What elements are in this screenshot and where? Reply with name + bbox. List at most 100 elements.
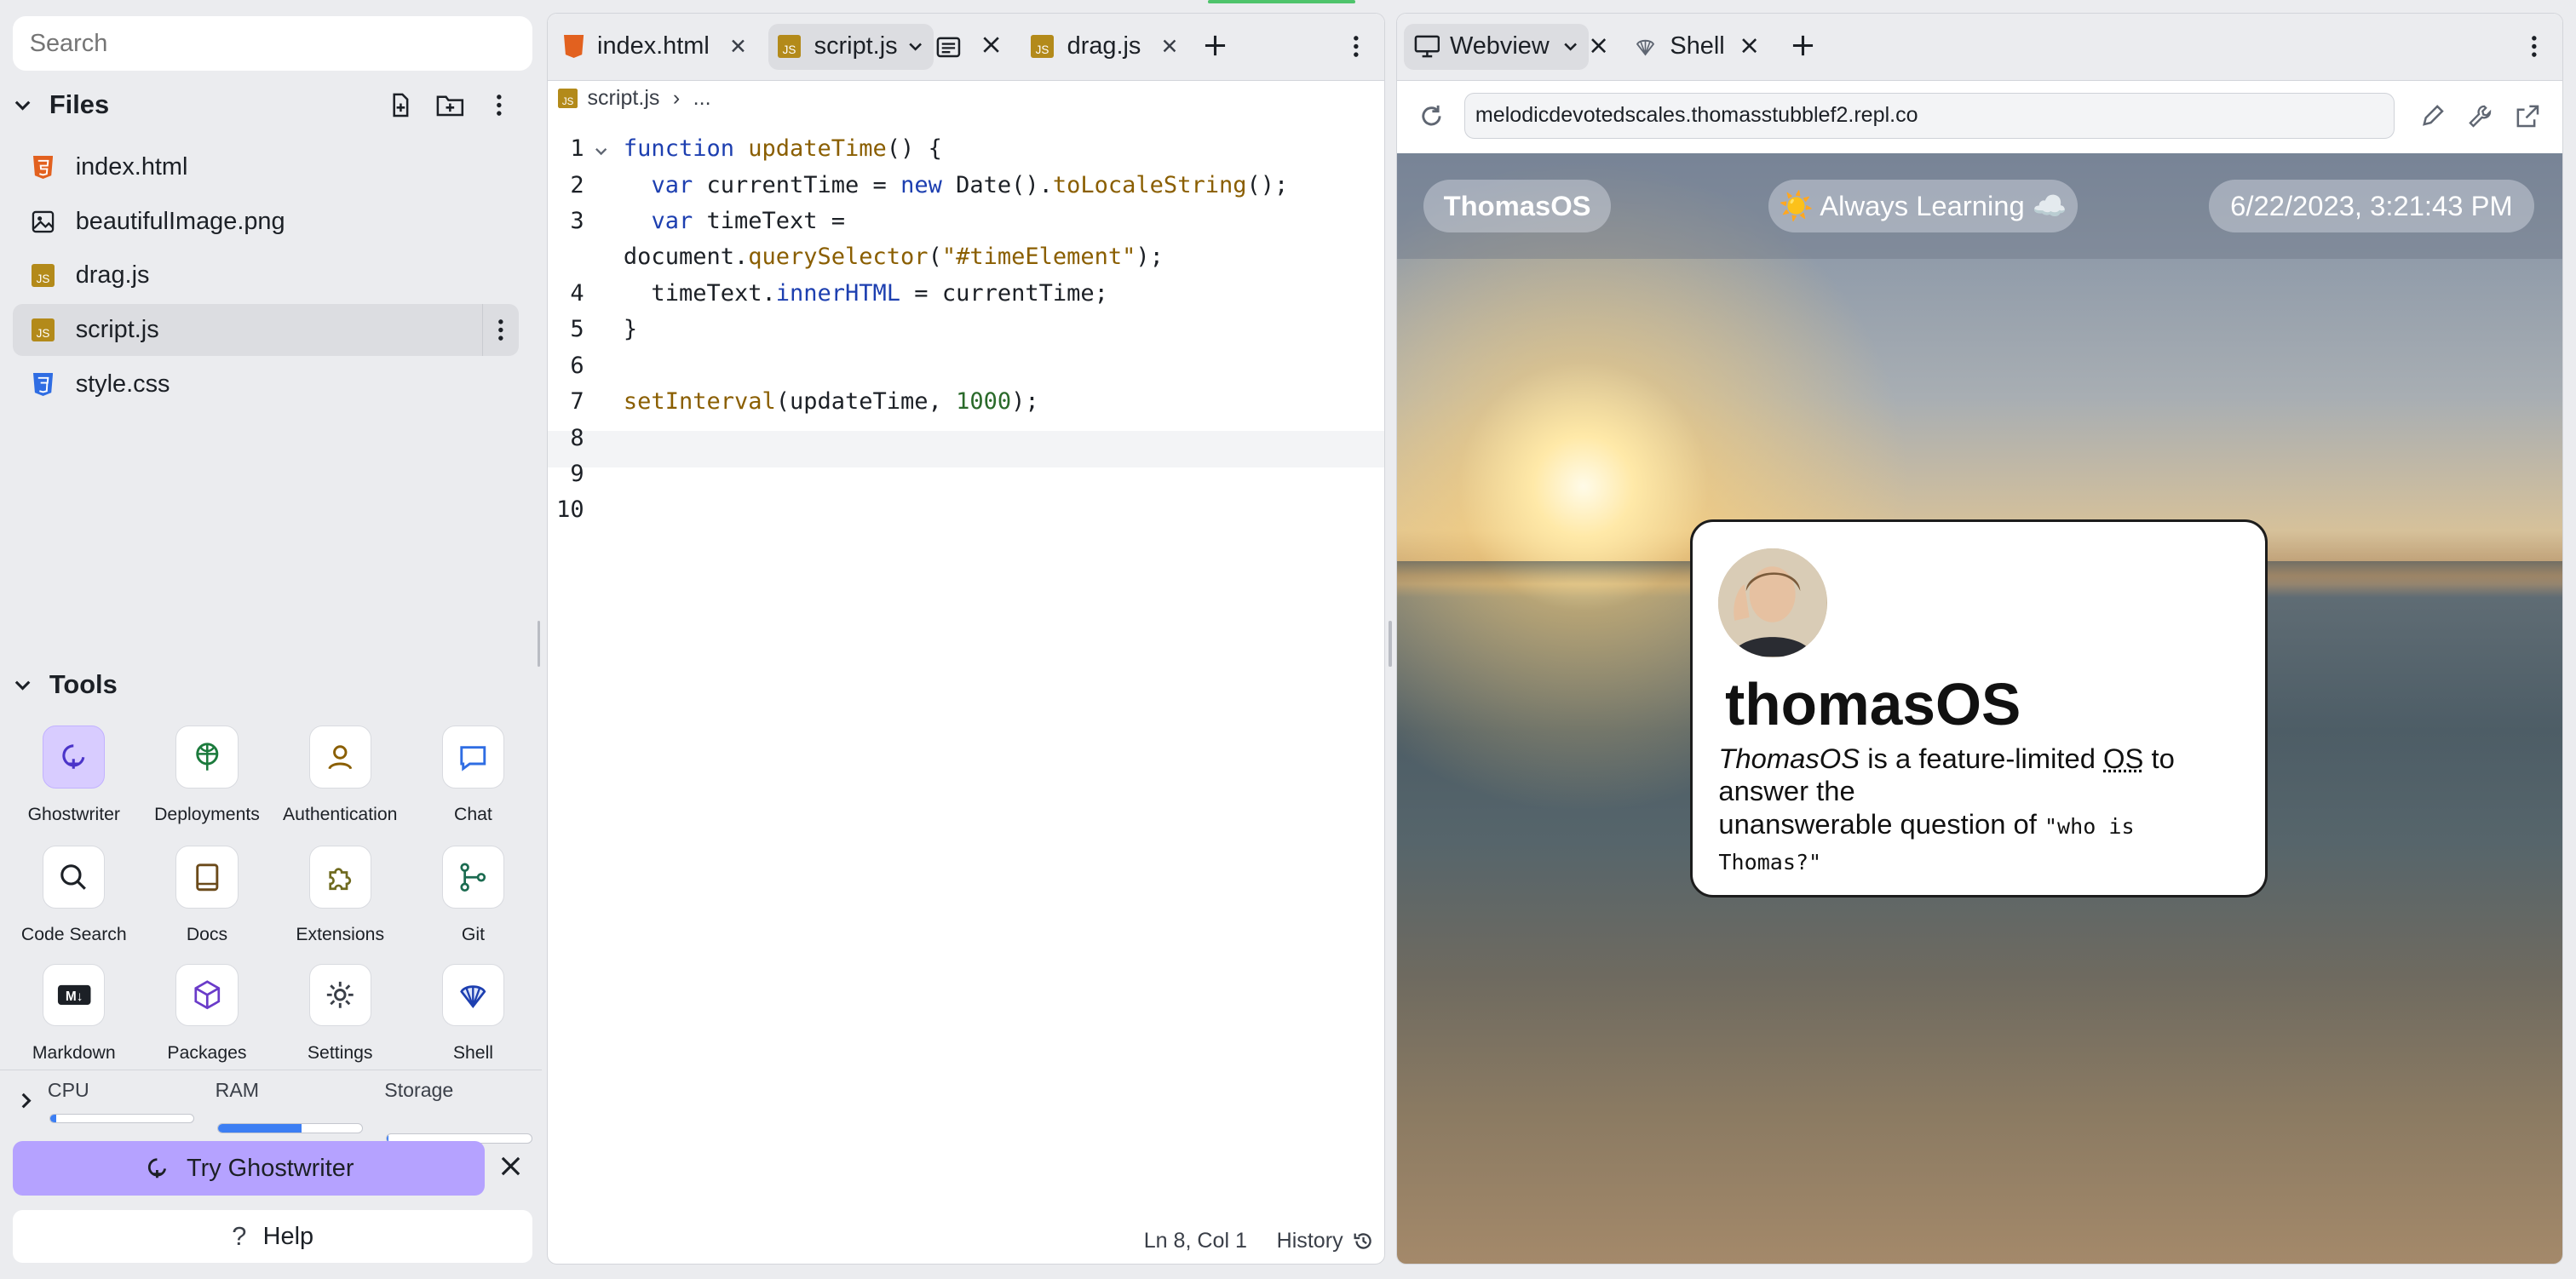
tab-index-html[interactable]: index.html ✕ xyxy=(555,24,757,70)
shell-icon xyxy=(1634,35,1657,58)
tool-chat[interactable]: Chat xyxy=(405,726,540,840)
line-number: 7 xyxy=(570,388,584,416)
css-file-icon xyxy=(30,371,56,398)
webview-pane: Webview Shell melodicdevotedscales.thoma… xyxy=(1396,13,2563,1265)
line-number: 6 xyxy=(570,352,584,379)
code-line: var timeText = xyxy=(651,207,846,234)
chevron-down-icon[interactable] xyxy=(13,675,39,695)
open-external-icon[interactable] xyxy=(2515,103,2541,129)
svg-text:JS: JS xyxy=(36,327,49,340)
devtools-wrench-icon[interactable] xyxy=(2467,103,2493,129)
edit-icon[interactable] xyxy=(2419,103,2446,129)
tool-shell[interactable]: Shell xyxy=(405,964,540,1079)
preview-icon[interactable] xyxy=(935,34,962,60)
book-icon xyxy=(191,861,224,894)
add-tab-icon[interactable] xyxy=(1204,34,1227,57)
webview-page[interactable]: ThomasOS ☀️ Always Learning ☁️ 6/22/2023… xyxy=(1397,153,2562,1264)
line-number: 1 xyxy=(570,135,584,163)
js-file-icon: JS xyxy=(1031,35,1055,59)
try-ghostwriter-button[interactable]: Try Ghostwriter xyxy=(13,1141,485,1196)
more-vertical-icon[interactable] xyxy=(1353,35,1360,58)
file-more-icon[interactable] xyxy=(482,303,519,357)
sidebar-resize-handle[interactable] xyxy=(537,621,541,667)
file-item-style-css[interactable]: style.css xyxy=(13,358,519,410)
js-file-icon: JS xyxy=(778,35,802,59)
line-number: 10 xyxy=(556,496,584,524)
reload-icon[interactable] xyxy=(1418,103,1445,129)
tool-settings[interactable]: Settings xyxy=(273,964,407,1079)
line-number: 9 xyxy=(570,460,584,487)
close-icon[interactable] xyxy=(981,35,1001,54)
tools-section-header[interactable]: Tools xyxy=(13,665,532,704)
deployments-icon xyxy=(191,741,224,774)
history-button[interactable]: History xyxy=(1277,1229,1375,1253)
pane-resize-handle[interactable] xyxy=(1388,621,1392,667)
ram-label: RAM xyxy=(215,1079,260,1102)
file-item-script-js[interactable]: JS script.js xyxy=(13,303,520,357)
chevron-down-icon[interactable] xyxy=(907,38,923,54)
tools-title: Tools xyxy=(49,669,118,700)
divider xyxy=(0,1069,543,1071)
left-sidebar: Files index.html beautifulImage.png JS d… xyxy=(0,0,543,1279)
tab-drag-js[interactable]: JS drag.js ✕ xyxy=(1021,24,1188,70)
chevron-right-icon[interactable] xyxy=(16,1091,36,1110)
file-item-beautifulimage-png[interactable]: beautifulImage.png xyxy=(13,196,519,249)
chevron-down-icon[interactable] xyxy=(1562,38,1578,54)
file-item-index-html[interactable]: index.html xyxy=(13,141,519,194)
tab-shell[interactable]: Shell xyxy=(1624,24,1734,70)
code-editor-pane: index.html ✕ JS script.js JS drag.js ✕ J… xyxy=(547,13,1385,1265)
breadcrumb-more[interactable]: ... xyxy=(693,86,711,111)
new-folder-icon[interactable] xyxy=(434,89,467,122)
help-button[interactable]: ? Help xyxy=(13,1210,532,1264)
tool-markdown[interactable]: M↓ Markdown xyxy=(7,964,141,1079)
tool-authentication[interactable]: Authentication xyxy=(273,726,407,840)
line-number: 8 xyxy=(570,424,584,451)
tab-webview[interactable]: Webview xyxy=(1404,23,1589,70)
card-description: ThomasOS is a feature-limited OS to answ… xyxy=(1718,742,2175,875)
webview-tab-bar: Webview Shell xyxy=(1397,14,2562,81)
markdown-icon: M↓ xyxy=(56,982,92,1008)
files-title: Files xyxy=(49,89,110,120)
ghostwriter-icon xyxy=(144,1156,170,1182)
files-section-header[interactable]: Files xyxy=(13,85,532,124)
ghostwriter-icon xyxy=(57,741,90,774)
tool-ghostwriter[interactable]: Ghostwriter xyxy=(7,726,141,840)
tool-docs[interactable]: Docs xyxy=(140,846,274,961)
tool-git[interactable]: Git xyxy=(405,846,540,961)
puzzle-icon xyxy=(324,861,357,894)
tool-code-search[interactable]: Code Search xyxy=(7,846,141,961)
cursor-position[interactable]: Ln 8, Col 1 xyxy=(1144,1229,1247,1253)
chevron-down-icon[interactable] xyxy=(13,95,39,115)
editor-tab-bar: index.html ✕ JS script.js JS drag.js ✕ xyxy=(548,14,1384,81)
code-line: document.querySelector("#timeElement"); xyxy=(623,244,1164,271)
history-icon xyxy=(1353,1230,1374,1252)
search-input[interactable] xyxy=(13,16,532,71)
new-file-icon[interactable] xyxy=(384,89,417,122)
file-item-drag-js[interactable]: JS drag.js xyxy=(13,249,519,302)
close-icon[interactable]: ✕ xyxy=(729,34,747,60)
close-icon[interactable]: ✕ xyxy=(1161,34,1179,60)
svg-text:JS: JS xyxy=(783,44,796,57)
chat-icon xyxy=(457,741,490,774)
page-top-bar: ThomasOS ☀️ Always Learning ☁️ 6/22/2023… xyxy=(1397,153,2562,259)
html-file-icon xyxy=(564,35,584,59)
search-icon xyxy=(57,861,90,894)
add-tab-icon[interactable] xyxy=(1791,34,1814,57)
more-vertical-icon[interactable] xyxy=(2531,35,2538,58)
close-icon[interactable] xyxy=(499,1155,522,1178)
package-icon xyxy=(191,978,224,1012)
close-icon[interactable] xyxy=(1740,37,1758,54)
line-number: 2 xyxy=(570,171,584,198)
tab-script-js[interactable]: JS script.js xyxy=(768,23,934,70)
url-field[interactable]: melodicdevotedscales.thomasstubblef2.rep… xyxy=(1464,92,2395,139)
more-vertical-icon[interactable] xyxy=(483,89,516,122)
fold-chevron-icon[interactable] xyxy=(594,144,608,158)
breadcrumb-file[interactable]: script.js xyxy=(587,86,659,111)
tool-extensions[interactable]: Extensions xyxy=(273,846,407,961)
tool-packages[interactable]: Packages xyxy=(140,964,274,1079)
close-icon[interactable] xyxy=(1590,37,1607,54)
tool-deployments[interactable]: Deployments xyxy=(140,726,274,840)
cpu-bar xyxy=(49,1113,194,1124)
brand-pill: ThomasOS xyxy=(1423,180,1611,232)
user-icon xyxy=(324,741,357,774)
